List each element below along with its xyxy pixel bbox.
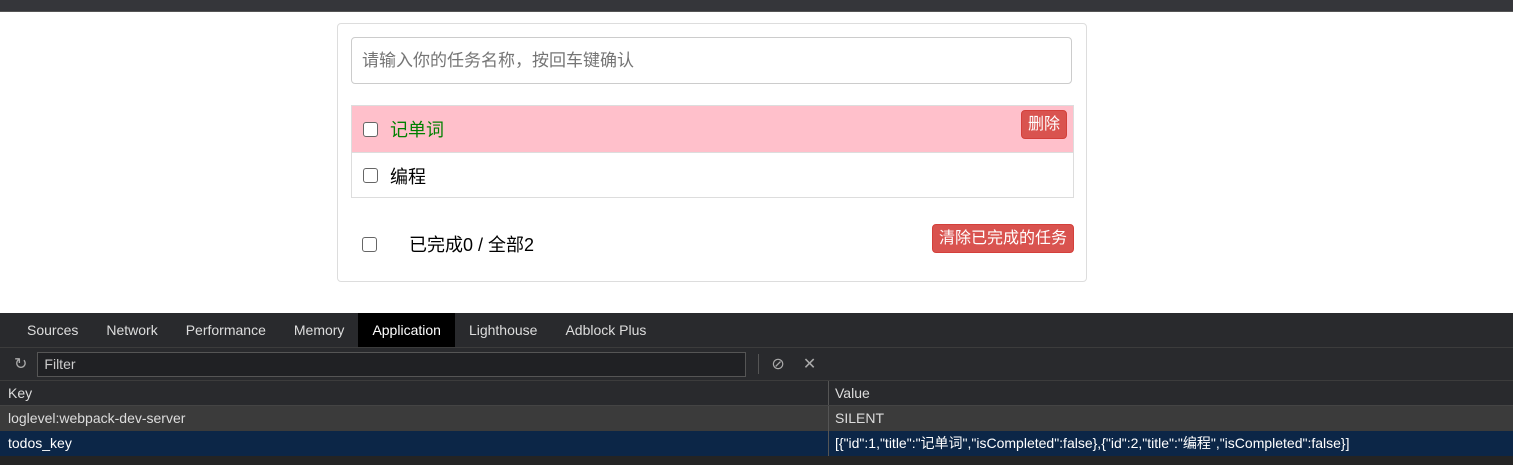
tab-memory[interactable]: Memory <box>280 313 359 347</box>
column-value[interactable]: Value <box>829 381 870 405</box>
table-row[interactable]: loglevel:webpack-dev-server SILENT <box>0 406 1513 431</box>
row-key: loglevel:webpack-dev-server <box>0 406 829 431</box>
todo-footer: 已完成0 / 全部2 清除已完成的任务 <box>351 224 1074 264</box>
completion-status: 已完成0 / 全部2 <box>409 235 535 255</box>
tab-adblock-plus[interactable]: Adblock Plus <box>551 313 660 347</box>
table-header: Key Value <box>0 381 1513 406</box>
table-row[interactable]: todos_key [{"id":1,"title":"记单词","isComp… <box>0 431 1513 456</box>
tab-sources[interactable]: Sources <box>13 313 92 347</box>
item-checkbox[interactable] <box>363 121 378 137</box>
tab-lighthouse[interactable]: Lighthouse <box>455 313 552 347</box>
todo-list: 记单词 删除 编程 <box>351 105 1074 198</box>
storage-toolbar: ↻ Filter ⊘ ✕ <box>0 348 1513 381</box>
devtools-panel: Sources Network Performance Memory Appli… <box>0 313 1513 465</box>
toolbar-divider <box>758 354 760 374</box>
delete-button[interactable]: 删除 <box>1020 110 1067 139</box>
clear-completed-button[interactable]: 清除已完成的任务 <box>931 224 1074 253</box>
row-value: SILENT <box>835 410 885 426</box>
tab-application[interactable]: Application <box>358 313 455 347</box>
task-input[interactable] <box>351 37 1072 84</box>
filter-input[interactable]: Filter <box>37 351 747 377</box>
tab-network[interactable]: Network <box>92 313 171 347</box>
refresh-icon[interactable]: ↻ <box>14 354 27 374</box>
devtools-tabs: Sources Network Performance Memory Appli… <box>0 313 1513 348</box>
storage-table: Key Value loglevel:webpack-dev-server SI… <box>0 381 1513 456</box>
delete-selected-icon[interactable]: ✕ <box>803 354 816 374</box>
item-title: 记单词 <box>390 120 444 140</box>
clear-all-icon[interactable]: ⊘ <box>771 354 784 374</box>
browser-top-bar <box>0 0 1513 12</box>
select-all-checkbox[interactable] <box>362 236 377 252</box>
row-key: todos_key <box>0 431 829 456</box>
row-value: [{"id":1,"title":"记单词","isCompleted":fal… <box>835 435 1350 451</box>
todo-card: 记单词 删除 编程 已完成0 / 全部2 清除已完成的任务 <box>337 23 1087 282</box>
item-checkbox[interactable] <box>363 168 378 183</box>
tab-performance[interactable]: Performance <box>172 313 280 347</box>
column-key[interactable]: Key <box>0 381 829 405</box>
list-item: 编程 <box>352 152 1073 198</box>
list-item: 记单词 删除 <box>352 106 1073 152</box>
item-title: 编程 <box>390 166 426 187</box>
